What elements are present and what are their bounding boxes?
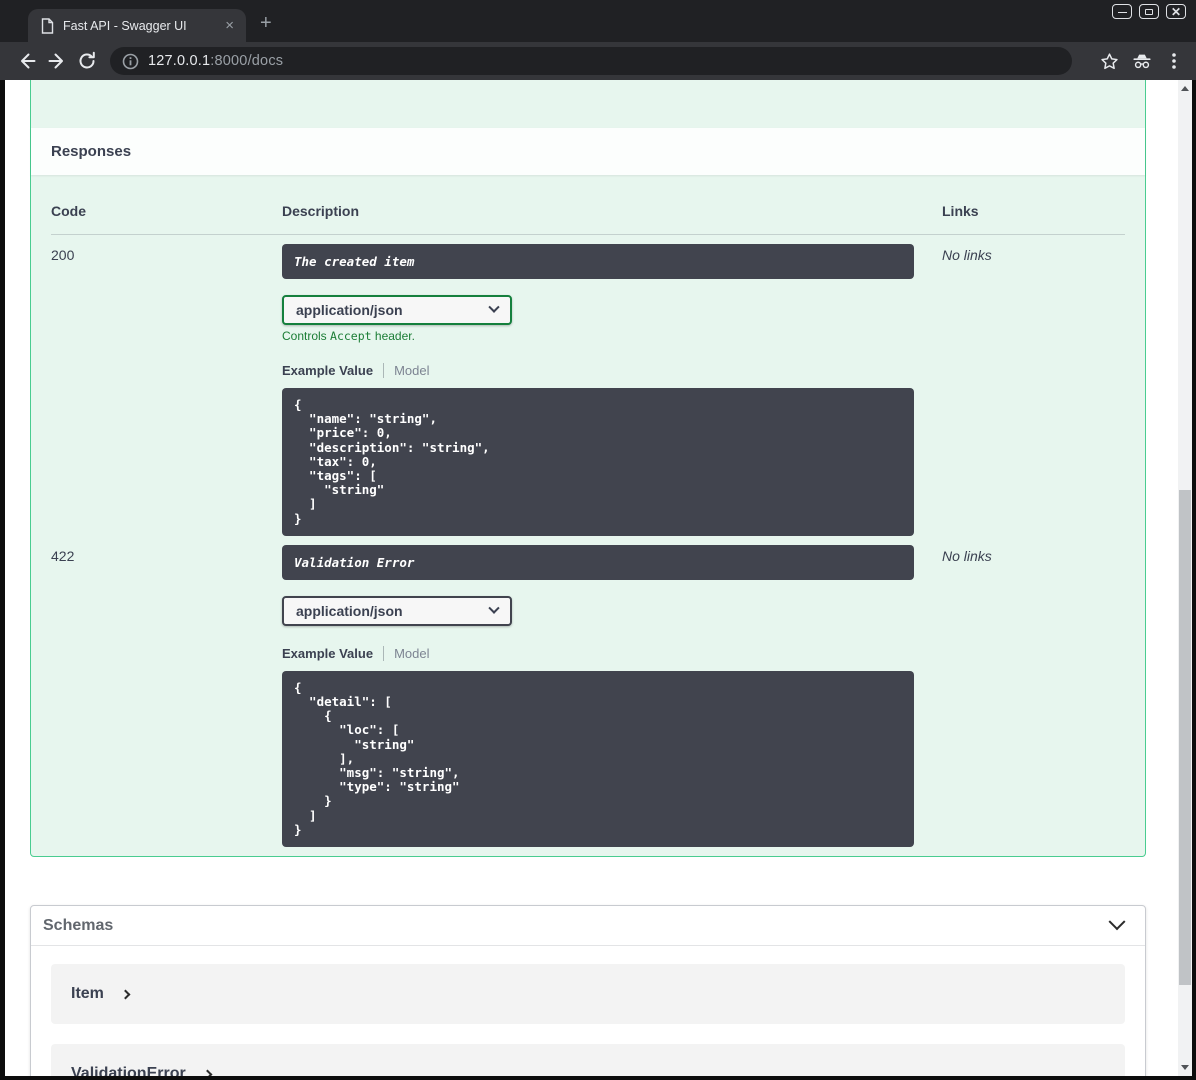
forward-icon[interactable] bbox=[42, 46, 72, 76]
page-favicon-icon bbox=[40, 17, 55, 34]
bookmark-star-icon[interactable] bbox=[1099, 51, 1120, 72]
response-200-description-cell: The created item application/json Contro… bbox=[282, 235, 942, 536]
example-json-422: { "detail": [ { "loc": [ "string" ], "ms… bbox=[282, 670, 914, 848]
schemas-title: Schemas bbox=[43, 916, 114, 934]
scroll-up-arrow-icon[interactable] bbox=[1181, 86, 1189, 91]
browser-toolbar: 127.0.0.1:8000/docs bbox=[0, 42, 1196, 80]
url-text: 127.0.0.1:8000/docs bbox=[148, 53, 284, 69]
schemas-section: Schemas Item ValidationError bbox=[30, 905, 1146, 1076]
response-code-200: 200 bbox=[51, 247, 75, 263]
media-type-select-200[interactable]: application/json bbox=[282, 295, 512, 325]
browser-chrome: Fast API - Swagger UI × + ✕ 127.0.0.1:80… bbox=[0, 0, 1196, 80]
menu-dots-icon[interactable] bbox=[1164, 51, 1184, 71]
new-tab-button[interactable]: + bbox=[260, 13, 272, 33]
response-422-links: No links bbox=[942, 547, 992, 564]
chevron-right-icon bbox=[120, 989, 131, 999]
minimize-button[interactable] bbox=[1112, 4, 1132, 19]
schema-model-validationerror[interactable]: ValidationError bbox=[51, 1044, 1125, 1076]
back-icon[interactable] bbox=[12, 46, 42, 76]
tab-separator bbox=[383, 645, 385, 661]
opblock-responses-panel: Responses Code Description Links 200 The… bbox=[30, 80, 1146, 857]
maximize-button[interactable] bbox=[1139, 4, 1159, 19]
example-model-tabs: Example Value Model bbox=[282, 363, 942, 378]
example-json-422-code: { "detail": [ { "loc": [ "string" ], "ms… bbox=[294, 679, 460, 837]
reload-icon[interactable] bbox=[72, 46, 102, 76]
incognito-icon bbox=[1130, 50, 1154, 72]
responses-title: Responses bbox=[51, 143, 132, 160]
tab-close-icon[interactable]: × bbox=[221, 18, 238, 33]
page-content: Responses Code Description Links 200 The… bbox=[5, 80, 1178, 1076]
schema-model-item[interactable]: Item bbox=[51, 964, 1125, 1024]
chevron-down-icon bbox=[488, 301, 500, 313]
media-type-value: application/json bbox=[296, 302, 403, 318]
url-bar[interactable]: 127.0.0.1:8000/docs bbox=[110, 47, 1072, 75]
tab-model[interactable]: Model bbox=[394, 646, 429, 661]
example-model-tabs: Example Value Model bbox=[282, 645, 942, 661]
response-code-422: 422 bbox=[51, 547, 75, 564]
controls-accept-hint: Controls Accept header. bbox=[282, 329, 415, 343]
page-scrollbar[interactable] bbox=[1178, 80, 1192, 1076]
schemas-header[interactable]: Schemas bbox=[31, 906, 1145, 946]
response-422-description: Validation Error bbox=[282, 544, 914, 580]
tab-example-value[interactable]: Example Value bbox=[282, 646, 373, 661]
chevron-down-icon bbox=[488, 602, 500, 614]
scrollbar-thumb[interactable] bbox=[1179, 490, 1191, 985]
titlebar: Fast API - Swagger UI × + ✕ bbox=[0, 0, 1196, 42]
scroll-down-arrow-icon[interactable] bbox=[1181, 1065, 1189, 1070]
close-button[interactable]: ✕ bbox=[1166, 4, 1186, 19]
chevron-down-icon[interactable] bbox=[1108, 912, 1126, 930]
media-type-select-422[interactable]: application/json bbox=[282, 595, 512, 626]
column-header-code: Code bbox=[51, 189, 282, 235]
example-json-200-code: { "name": "string", "price": 0, "descrip… bbox=[294, 397, 490, 526]
tab-separator bbox=[383, 363, 385, 378]
tab-model[interactable]: Model bbox=[394, 363, 429, 378]
column-header-links: Links bbox=[942, 189, 1125, 235]
response-200-description: The created item bbox=[282, 244, 914, 279]
chevron-right-icon bbox=[202, 1069, 213, 1076]
responses-section-header[interactable]: Responses bbox=[31, 128, 1145, 175]
model-name: ValidationError bbox=[71, 1065, 186, 1076]
browser-tab[interactable]: Fast API - Swagger UI × bbox=[28, 9, 246, 42]
response-422-description-cell: Validation Error application/json Exampl… bbox=[282, 536, 942, 848]
tab-example-value[interactable]: Example Value bbox=[282, 363, 373, 378]
response-200-links: No links bbox=[942, 247, 992, 263]
site-info-icon[interactable] bbox=[122, 53, 139, 70]
tab-title: Fast API - Swagger UI bbox=[63, 18, 187, 33]
model-name: Item bbox=[71, 985, 104, 1002]
example-json-200: { "name": "string", "price": 0, "descrip… bbox=[282, 388, 914, 536]
window-controls: ✕ bbox=[1112, 4, 1186, 19]
responses-table: Code Description Links 200 The created i… bbox=[51, 189, 1125, 848]
column-header-description: Description bbox=[282, 189, 942, 235]
media-type-value: application/json bbox=[296, 602, 403, 619]
